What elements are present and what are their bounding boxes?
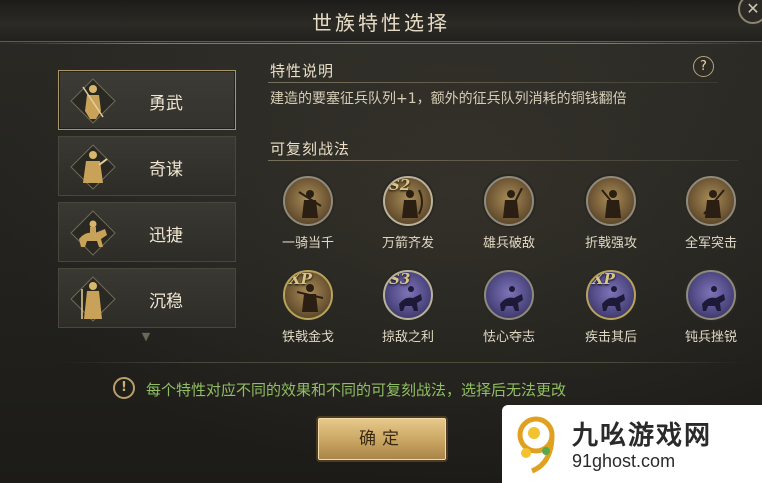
skill-tag: S2 [389,176,411,194]
skill-item[interactable]: XP 铁戟金戈 [270,270,346,345]
skill-tag: XP [592,270,615,288]
skill-portrait: XP [283,270,333,320]
soldier-icon [503,188,523,218]
trait-item-brave[interactable]: 勇武 [58,70,236,130]
rider-icon [702,286,725,311]
trait-label: 奇谋 [149,160,183,180]
skill-tag: S3 [389,270,411,288]
soldier-icon [703,189,725,218]
skill-portrait [686,176,736,226]
skill-item[interactable]: S3 掠敌之利 [370,270,446,345]
skill-name: 万箭齐发 [381,236,434,251]
warning-icon: ! [113,377,135,399]
skill-portrait: XP [586,270,636,320]
warrior-icon [70,78,116,124]
skill-name: 折戟强攻 [584,236,637,251]
title-bar: 世族特性选择 [0,0,762,44]
skill-portrait [484,176,534,226]
skill-portrait: S2 [383,176,433,226]
watermark-en: 91ghost.com [572,451,676,471]
skill-name: 疾击其后 [584,330,637,345]
skill-item[interactable]: 一骑当千 [270,176,346,251]
trait-label: 迅捷 [149,226,183,246]
skill-name: 掠敌之利 [381,330,434,345]
divider [268,160,738,161]
skill-portrait: S3 [383,270,433,320]
confirm-button[interactable]: 确定 [318,418,446,460]
notice-text: 每个特性对应不同的效果和不同的可复刻战法，选择后无法更改 [146,381,567,399]
skills-heading: 可复刻战法 [270,140,351,158]
rider-icon [500,286,523,311]
skill-portrait [686,270,736,320]
soldier-icon [601,189,621,218]
skill-item[interactable]: 全军突击 [673,176,749,251]
skill-item[interactable]: 折戟强攻 [573,176,649,251]
divider [58,362,748,363]
watermark-cn: 九吆游戏网 [572,421,713,451]
trait-item-swift[interactable]: 迅捷 [58,202,236,262]
skill-portrait [283,176,333,226]
site-logo-icon [517,416,555,474]
soldier-icon [298,190,322,218]
trait-selection-dialog: 世族特性选择 ✕ 勇武 奇谋 迅捷 沉稳 ▼ 特性说明 ? 建造的要塞征兵队列+… [0,0,762,483]
strategist-icon [70,144,116,190]
watermark: 九吆游戏网 91ghost.com [502,405,762,483]
skill-portrait [586,176,636,226]
divider [268,82,718,83]
dialog-title: 世族特性选择 [312,11,450,35]
skill-name: 全军突击 [684,236,737,251]
skill-tag: XP [289,270,312,288]
trait-item-cunning[interactable]: 奇谋 [58,136,236,196]
trait-item-steady[interactable]: 沉稳 [58,268,236,328]
skill-item[interactable]: 怯心夺志 [471,270,547,345]
sage-icon [70,276,116,322]
skill-portrait [484,270,534,320]
skill-item[interactable]: XP 疾击其后 [573,270,649,345]
trait-label: 沉稳 [149,292,183,312]
description-heading: 特性说明 [270,62,335,80]
description-text: 建造的要塞征兵队列+1，额外的征兵队列消耗的铜钱翻倍 [270,91,627,107]
skill-name: 铁戟金戈 [281,330,334,345]
trait-label: 勇武 [149,94,183,114]
skill-item[interactable]: S2 万箭齐发 [370,176,446,251]
skill-name: 钝兵挫锐 [684,330,737,345]
help-icon[interactable]: ? [693,56,714,77]
cavalry-icon [70,210,116,256]
chevron-down-icon[interactable]: ▼ [135,330,157,343]
skill-name: 怯心夺志 [482,330,535,345]
skill-item[interactable]: 钝兵挫锐 [673,270,749,345]
skill-name: 雄兵破敌 [482,236,535,251]
skill-item[interactable]: 雄兵破敌 [471,176,547,251]
skill-name: 一骑当千 [281,236,334,251]
